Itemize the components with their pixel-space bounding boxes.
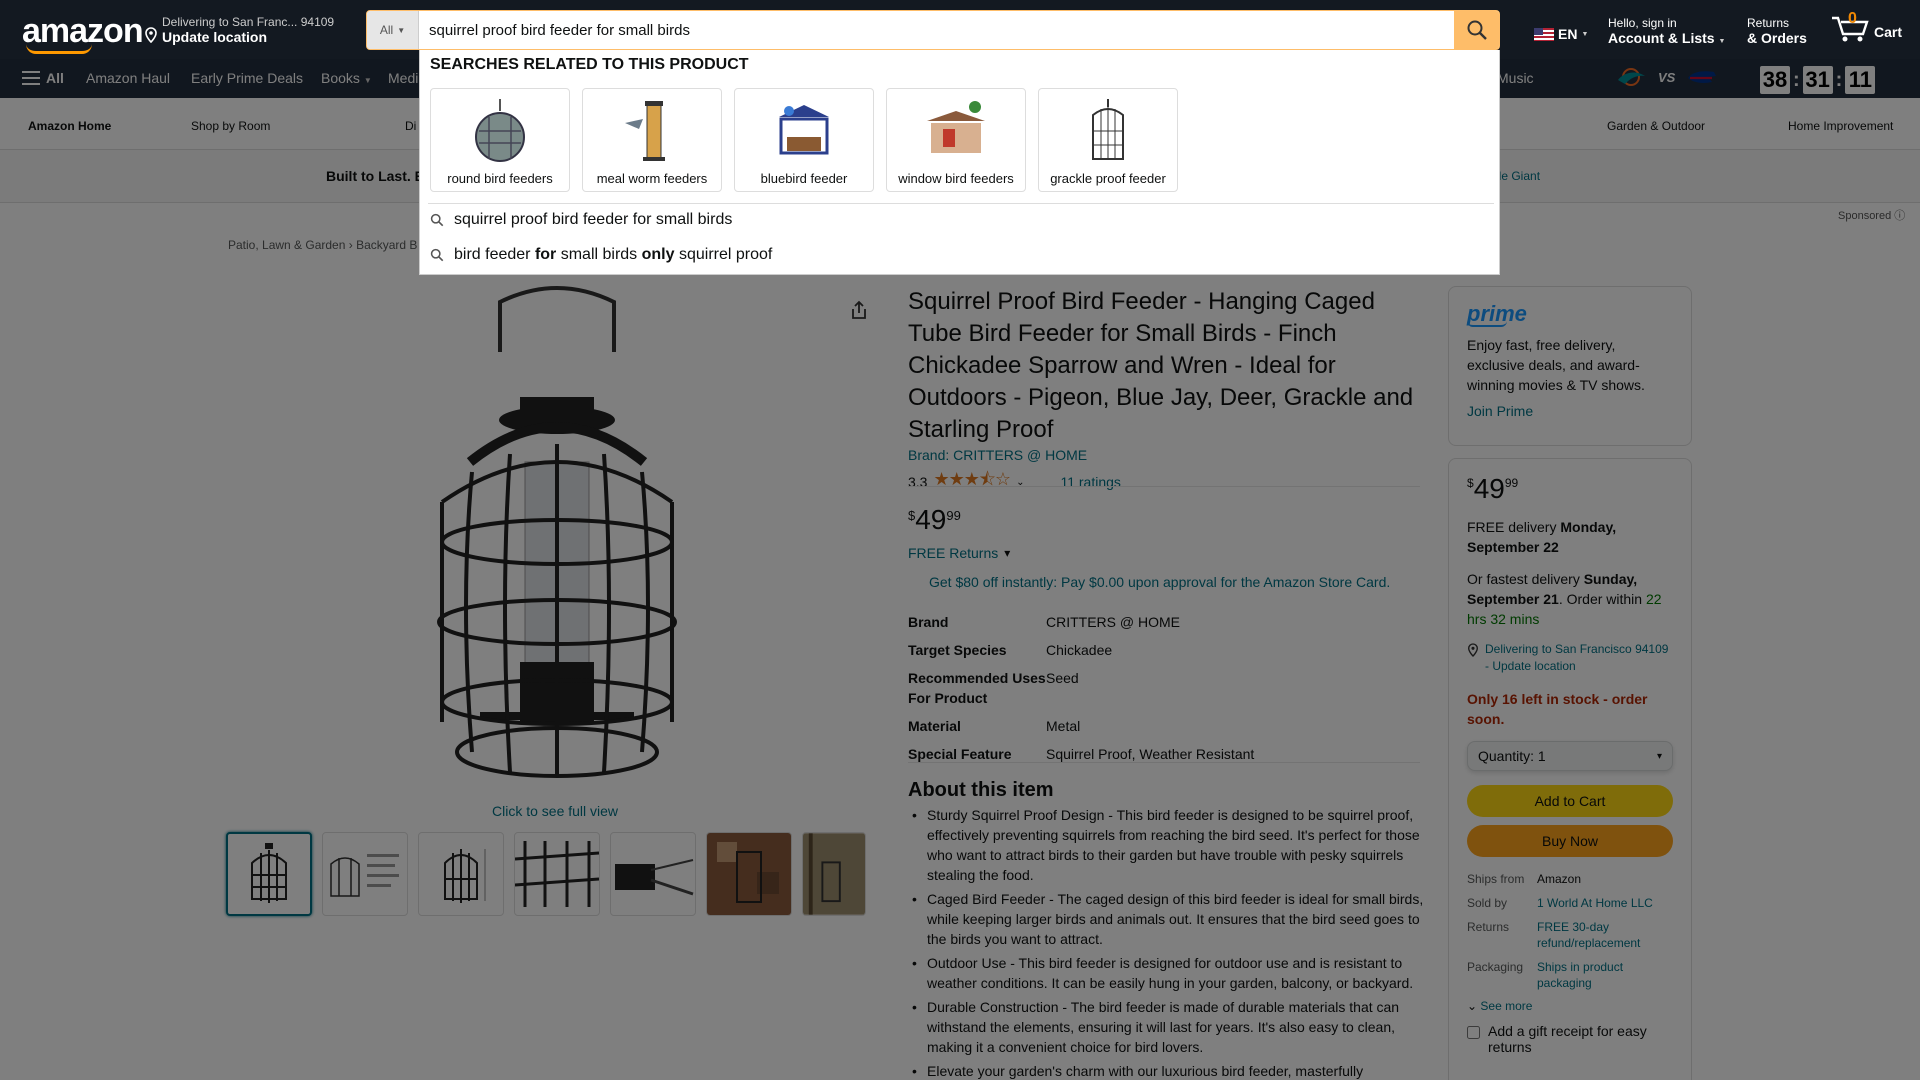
tube-feeder-icon — [625, 101, 665, 161]
search-icon — [430, 213, 444, 227]
search-suggestion[interactable]: squirrel proof bird feeder for small bir… — [430, 211, 732, 229]
window-feeder-icon — [927, 101, 985, 153]
search-category-select[interactable]: All ▼ — [367, 11, 419, 49]
bluebird-feeder-icon — [779, 105, 829, 155]
related-card-round-bird-feeders[interactable]: round bird feeders — [430, 88, 570, 192]
related-card-label: window bird feeders — [898, 171, 1014, 186]
amazon-logo-smile — [26, 44, 92, 54]
search-icon — [1467, 20, 1487, 40]
divider — [428, 203, 1494, 204]
caged-feeder-icon — [1092, 99, 1124, 160]
suggestion-text: squirrel proof bird feeder for small bir… — [454, 211, 733, 228]
deliver-line1: Delivering to San Franc... 94109 — [162, 15, 335, 29]
search-category-label: All — [379, 23, 394, 37]
search-suggestion[interactable]: bird feeder for small birds only squirre… — [430, 246, 772, 264]
account-greeting: Hello, sign in — [1608, 16, 1677, 30]
round-feeder-icon — [475, 99, 525, 162]
cart-count: 0 — [1848, 10, 1857, 27]
language-selector[interactable]: EN ▼ — [1534, 26, 1588, 42]
deliver-line2: Update location — [162, 29, 268, 45]
related-card-label: meal worm feeders — [596, 171, 708, 186]
search-input[interactable] — [419, 11, 1454, 49]
account-label: Account & Lists ▼ — [1608, 30, 1726, 46]
related-search-cards: round bird feeders meal worm feeders blu… — [430, 88, 1178, 192]
related-card-grackle-proof-feeder[interactable]: grackle proof feeder — [1038, 88, 1178, 192]
caret-down-icon: ▼ — [397, 25, 406, 35]
related-card-label: grackle proof feeder — [1050, 171, 1166, 186]
search-suggestions-dropdown: SEARCHES RELATED TO THIS PRODUCT round b… — [419, 50, 1500, 275]
related-card-label: bluebird feeder — [760, 171, 848, 186]
related-card-bluebird-feeder[interactable]: bluebird feeder — [734, 88, 874, 192]
returns-orders[interactable]: Returns & Orders — [1747, 16, 1807, 46]
caret-down-icon: ▼ — [1581, 30, 1589, 38]
cart-button[interactable]: 0 Cart — [1830, 10, 1903, 44]
location-pin-icon — [145, 27, 157, 43]
search-button[interactable] — [1454, 11, 1499, 49]
returns-line2: & Orders — [1747, 30, 1807, 46]
related-card-label: round bird feeders — [447, 171, 553, 186]
related-searches-title: SEARCHES RELATED TO THIS PRODUCT — [430, 56, 749, 73]
cart-label: Cart — [1874, 24, 1903, 40]
suggestion-text: bird feeder for small birds only squirre… — [454, 246, 773, 263]
search-bar: All ▼ — [366, 10, 1500, 50]
returns-line1: Returns — [1747, 16, 1790, 30]
account-lists[interactable]: Hello, sign in Account & Lists ▼ — [1608, 16, 1725, 46]
deliver-to[interactable]: Delivering to San Franc... 94109 Update … — [142, 15, 334, 45]
search-icon — [430, 248, 444, 262]
related-card-window-bird-feeders[interactable]: window bird feeders — [886, 88, 1026, 192]
us-flag-icon — [1534, 27, 1554, 41]
related-card-meal-worm-feeders[interactable]: meal worm feeders — [582, 88, 722, 192]
language-label: EN — [1558, 26, 1578, 42]
